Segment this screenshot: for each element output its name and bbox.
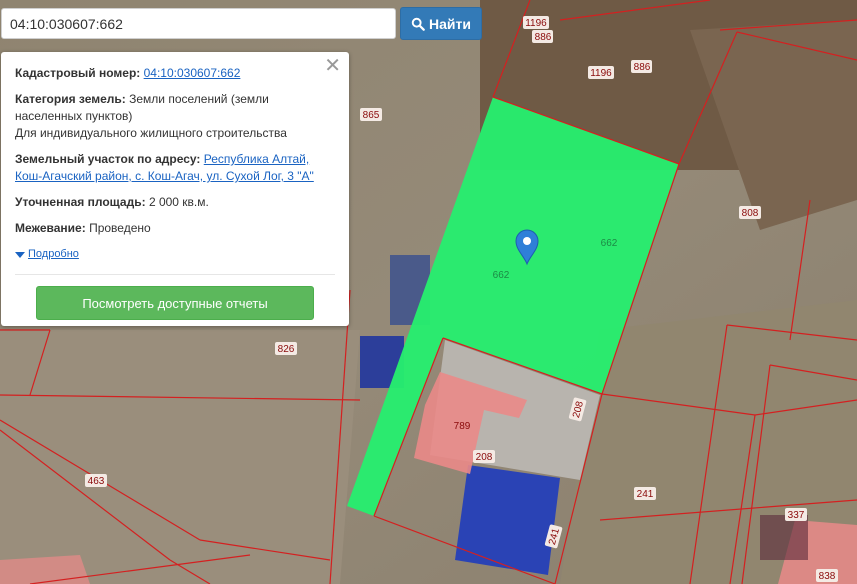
svg-text:208: 208	[476, 452, 493, 463]
label-789: 789	[454, 421, 471, 432]
label-865: 865	[360, 108, 382, 121]
label-1196-top: 1196	[523, 16, 549, 29]
building-southwest	[0, 555, 90, 584]
label-826: 826	[275, 342, 297, 355]
area-value: 2 000 кв.м.	[148, 195, 209, 209]
label-662-east: 662	[601, 238, 618, 249]
area-label: Уточненная площадь:	[15, 195, 146, 209]
survey-label: Межевание:	[15, 221, 86, 235]
label-886-top: 886	[532, 30, 553, 43]
svg-text:337: 337	[788, 510, 805, 521]
category-label: Категория земель:	[15, 92, 126, 106]
search-input[interactable]	[1, 8, 396, 39]
search-button[interactable]: Найти	[400, 7, 482, 40]
search-icon	[411, 17, 425, 31]
svg-text:886: 886	[634, 62, 651, 73]
svg-text:826: 826	[278, 344, 295, 355]
svg-text:241: 241	[637, 489, 654, 500]
survey-value: Проведено	[89, 221, 151, 235]
label-662: 662	[493, 270, 510, 281]
dark-roof	[760, 515, 808, 560]
survey-row: Межевание: Проведено	[15, 220, 335, 237]
svg-text:808: 808	[742, 208, 759, 219]
search-button-label: Найти	[429, 15, 471, 32]
label-463: 463	[85, 474, 107, 487]
label-208: 208	[473, 450, 495, 463]
label-808: 808	[739, 206, 761, 219]
close-icon[interactable]: ✕	[324, 56, 341, 76]
details-link[interactable]: Подробно	[28, 246, 79, 263]
category-use: Для индивидуального жилищного строительс…	[15, 126, 287, 140]
divider	[15, 274, 335, 275]
light-ground	[0, 330, 360, 584]
svg-text:886: 886	[535, 32, 552, 43]
label-838: 838	[816, 569, 838, 582]
label-337: 337	[785, 508, 807, 521]
address-label: Земельный участок по адресу:	[15, 152, 201, 166]
svg-text:838: 838	[819, 571, 836, 582]
cadastral-number-link[interactable]: 04:10:030607:662	[144, 66, 241, 80]
label-1196: 1196	[588, 66, 614, 79]
parcel-info-panel: ✕ Кадастровый номер: 04:10:030607:662 Ка…	[1, 52, 349, 326]
label-886: 886	[631, 60, 652, 73]
blue-roof-large	[455, 465, 560, 575]
svg-text:865: 865	[363, 110, 380, 121]
address-row: Земельный участок по адресу: Республика …	[15, 151, 335, 185]
category-row: Категория земель: Земли поселений (земли…	[15, 91, 335, 142]
label-241: 241	[634, 487, 656, 500]
view-reports-button[interactable]: Посмотреть доступные отчеты	[36, 286, 314, 320]
svg-text:1196: 1196	[590, 68, 612, 79]
svg-text:1196: 1196	[525, 18, 547, 29]
caret-down-icon	[15, 251, 25, 258]
area-row: Уточненная площадь: 2 000 кв.м.	[15, 194, 335, 211]
details-toggle[interactable]: Подробно	[15, 246, 335, 263]
cadastral-row: Кадастровый номер: 04:10:030607:662	[15, 65, 335, 82]
cadastral-label: Кадастровый номер:	[15, 66, 141, 80]
svg-text:463: 463	[88, 476, 105, 487]
